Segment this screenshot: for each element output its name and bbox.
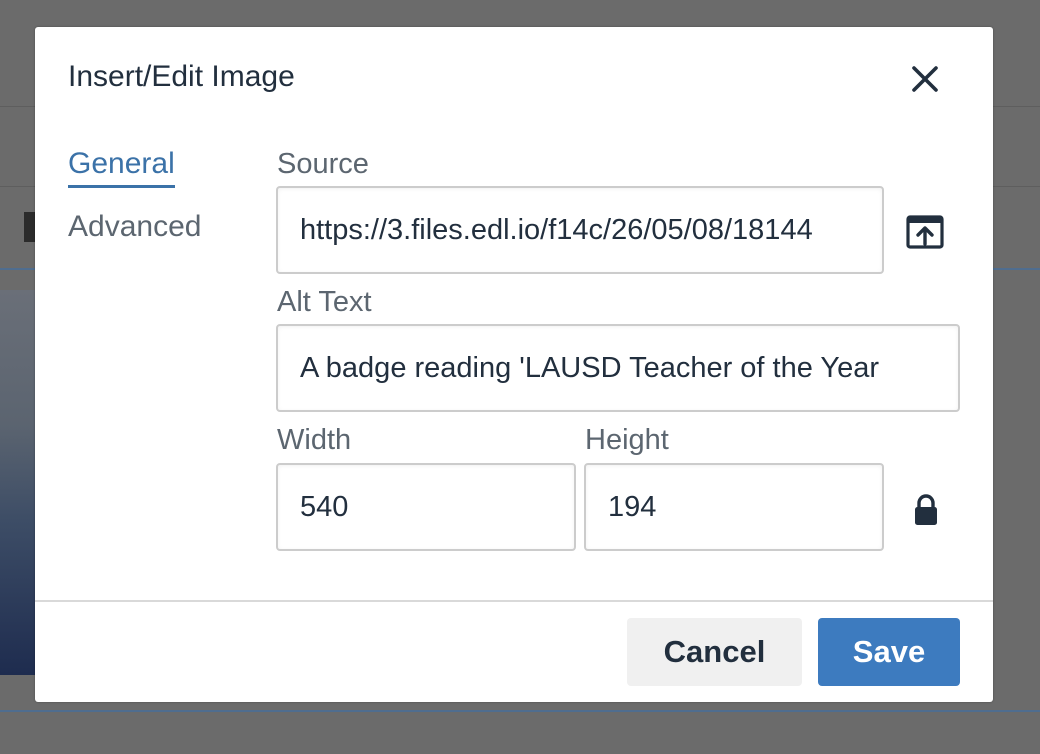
source-input[interactable]: https://3.files.edl.io/f14c/26/05/08/181… — [276, 186, 884, 274]
alt-text-input-value: A badge reading 'LAUSD Teacher of the Ye… — [300, 352, 879, 384]
browse-button[interactable] — [903, 212, 947, 252]
footer-divider — [35, 600, 993, 602]
insert-edit-image-dialog: Insert/Edit Image General Advanced Sourc… — [35, 27, 993, 702]
tab-advanced[interactable]: Advanced — [68, 210, 201, 244]
background-divider — [0, 710, 1040, 712]
width-label: Width — [277, 424, 352, 456]
height-input[interactable]: 194 — [584, 463, 884, 551]
source-label: Source — [277, 148, 369, 180]
alt-text-input[interactable]: A badge reading 'LAUSD Teacher of the Ye… — [276, 324, 960, 412]
dialog-title: Insert/Edit Image — [68, 60, 295, 93]
height-input-value: 194 — [608, 491, 657, 523]
close-icon — [912, 66, 938, 92]
source-input-value: https://3.files.edl.io/f14c/26/05/08/181… — [300, 214, 813, 246]
close-button[interactable] — [907, 61, 943, 97]
save-button[interactable]: Save — [818, 618, 960, 686]
constrain-proportions-toggle[interactable] — [911, 493, 941, 527]
height-label: Height — [585, 424, 669, 456]
lock-icon — [915, 494, 937, 525]
width-input[interactable]: 540 — [276, 463, 576, 551]
cancel-button[interactable]: Cancel — [627, 618, 802, 686]
width-input-value: 540 — [300, 491, 349, 523]
alt-text-label: Alt Text — [277, 286, 372, 318]
tab-general[interactable]: General — [68, 147, 175, 188]
background-image — [0, 290, 36, 675]
browse-upload-icon — [906, 215, 944, 249]
